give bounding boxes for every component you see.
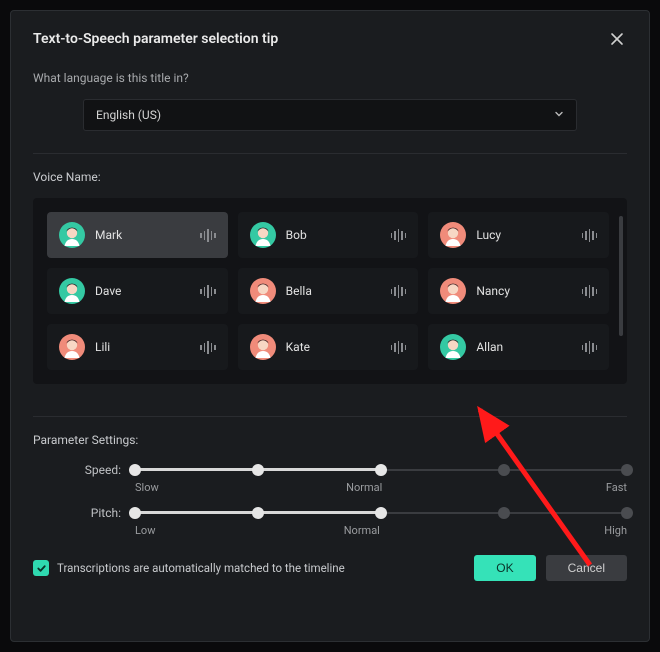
voice-option[interactable]: Kate bbox=[238, 324, 419, 370]
voice-option[interactable]: Lili bbox=[47, 324, 228, 370]
parameter-settings-label: Parameter Settings: bbox=[33, 433, 627, 447]
avatar-icon bbox=[59, 222, 85, 248]
voice-label: Bella bbox=[286, 284, 381, 298]
voice-option[interactable]: Allan bbox=[428, 324, 609, 370]
avatar-icon bbox=[59, 334, 85, 360]
pitch-tick-high: High bbox=[604, 524, 627, 537]
language-prompt: What language is this title in? bbox=[33, 71, 627, 85]
voice-panel: Mark Bob Lucy Dave Bella bbox=[33, 198, 627, 384]
waveform-icon[interactable] bbox=[582, 285, 598, 298]
voice-label: Dave bbox=[95, 284, 190, 298]
voice-option[interactable]: Dave bbox=[47, 268, 228, 314]
ok-button[interactable]: OK bbox=[474, 555, 535, 581]
voice-label: Bob bbox=[286, 228, 381, 242]
voice-label: Lili bbox=[95, 340, 190, 354]
avatar-icon bbox=[440, 278, 466, 304]
avatar-icon bbox=[440, 222, 466, 248]
avatar-icon bbox=[59, 278, 85, 304]
waveform-icon[interactable] bbox=[582, 341, 598, 354]
divider bbox=[33, 416, 627, 417]
waveform-icon[interactable] bbox=[391, 229, 407, 242]
transcription-checkbox[interactable]: Transcriptions are automatically matched… bbox=[33, 560, 345, 576]
voice-label: Kate bbox=[286, 340, 381, 354]
waveform-icon[interactable] bbox=[200, 341, 216, 354]
speed-tick-slow: Slow bbox=[135, 481, 159, 494]
voice-option[interactable]: Bob bbox=[238, 212, 419, 258]
checkbox-checked-icon bbox=[33, 560, 49, 576]
voice-option[interactable]: Lucy bbox=[428, 212, 609, 258]
voice-label: Mark bbox=[95, 228, 190, 242]
voice-label: Lucy bbox=[476, 228, 571, 242]
waveform-icon[interactable] bbox=[582, 229, 598, 242]
waveform-icon[interactable] bbox=[200, 229, 216, 242]
voice-scrollbar[interactable] bbox=[619, 216, 623, 366]
scrollbar-thumb[interactable] bbox=[619, 216, 623, 336]
voice-option[interactable]: Bella bbox=[238, 268, 419, 314]
divider bbox=[33, 153, 627, 154]
pitch-tick-low: Low bbox=[135, 524, 155, 537]
waveform-icon[interactable] bbox=[391, 285, 407, 298]
close-button[interactable] bbox=[607, 29, 627, 49]
avatar-icon bbox=[440, 334, 466, 360]
voice-option[interactable]: Mark bbox=[47, 212, 228, 258]
language-selected-value: English (US) bbox=[96, 108, 161, 122]
pitch-label: Pitch: bbox=[33, 506, 121, 520]
chevron-down-icon bbox=[554, 108, 564, 122]
pitch-slider[interactable] bbox=[135, 506, 627, 520]
pitch-tick-normal: Normal bbox=[344, 524, 380, 537]
close-icon bbox=[610, 32, 624, 46]
speed-label: Speed: bbox=[33, 463, 121, 477]
speed-slider[interactable] bbox=[135, 463, 627, 477]
waveform-icon[interactable] bbox=[391, 341, 407, 354]
avatar-icon bbox=[250, 334, 276, 360]
cancel-button[interactable]: Cancel bbox=[546, 555, 627, 581]
voice-label: Allan bbox=[476, 340, 571, 354]
waveform-icon[interactable] bbox=[200, 285, 216, 298]
voice-name-label: Voice Name: bbox=[33, 170, 627, 184]
voice-label: Nancy bbox=[476, 284, 571, 298]
voice-option[interactable]: Nancy bbox=[428, 268, 609, 314]
avatar-icon bbox=[250, 222, 276, 248]
tts-dialog: Text-to-Speech parameter selection tip W… bbox=[10, 10, 650, 642]
avatar-icon bbox=[250, 278, 276, 304]
dialog-title: Text-to-Speech parameter selection tip bbox=[33, 31, 278, 47]
transcription-label: Transcriptions are automatically matched… bbox=[57, 561, 345, 575]
speed-tick-fast: Fast bbox=[606, 481, 627, 494]
language-select[interactable]: English (US) bbox=[83, 99, 577, 131]
speed-tick-normal: Normal bbox=[346, 481, 382, 494]
